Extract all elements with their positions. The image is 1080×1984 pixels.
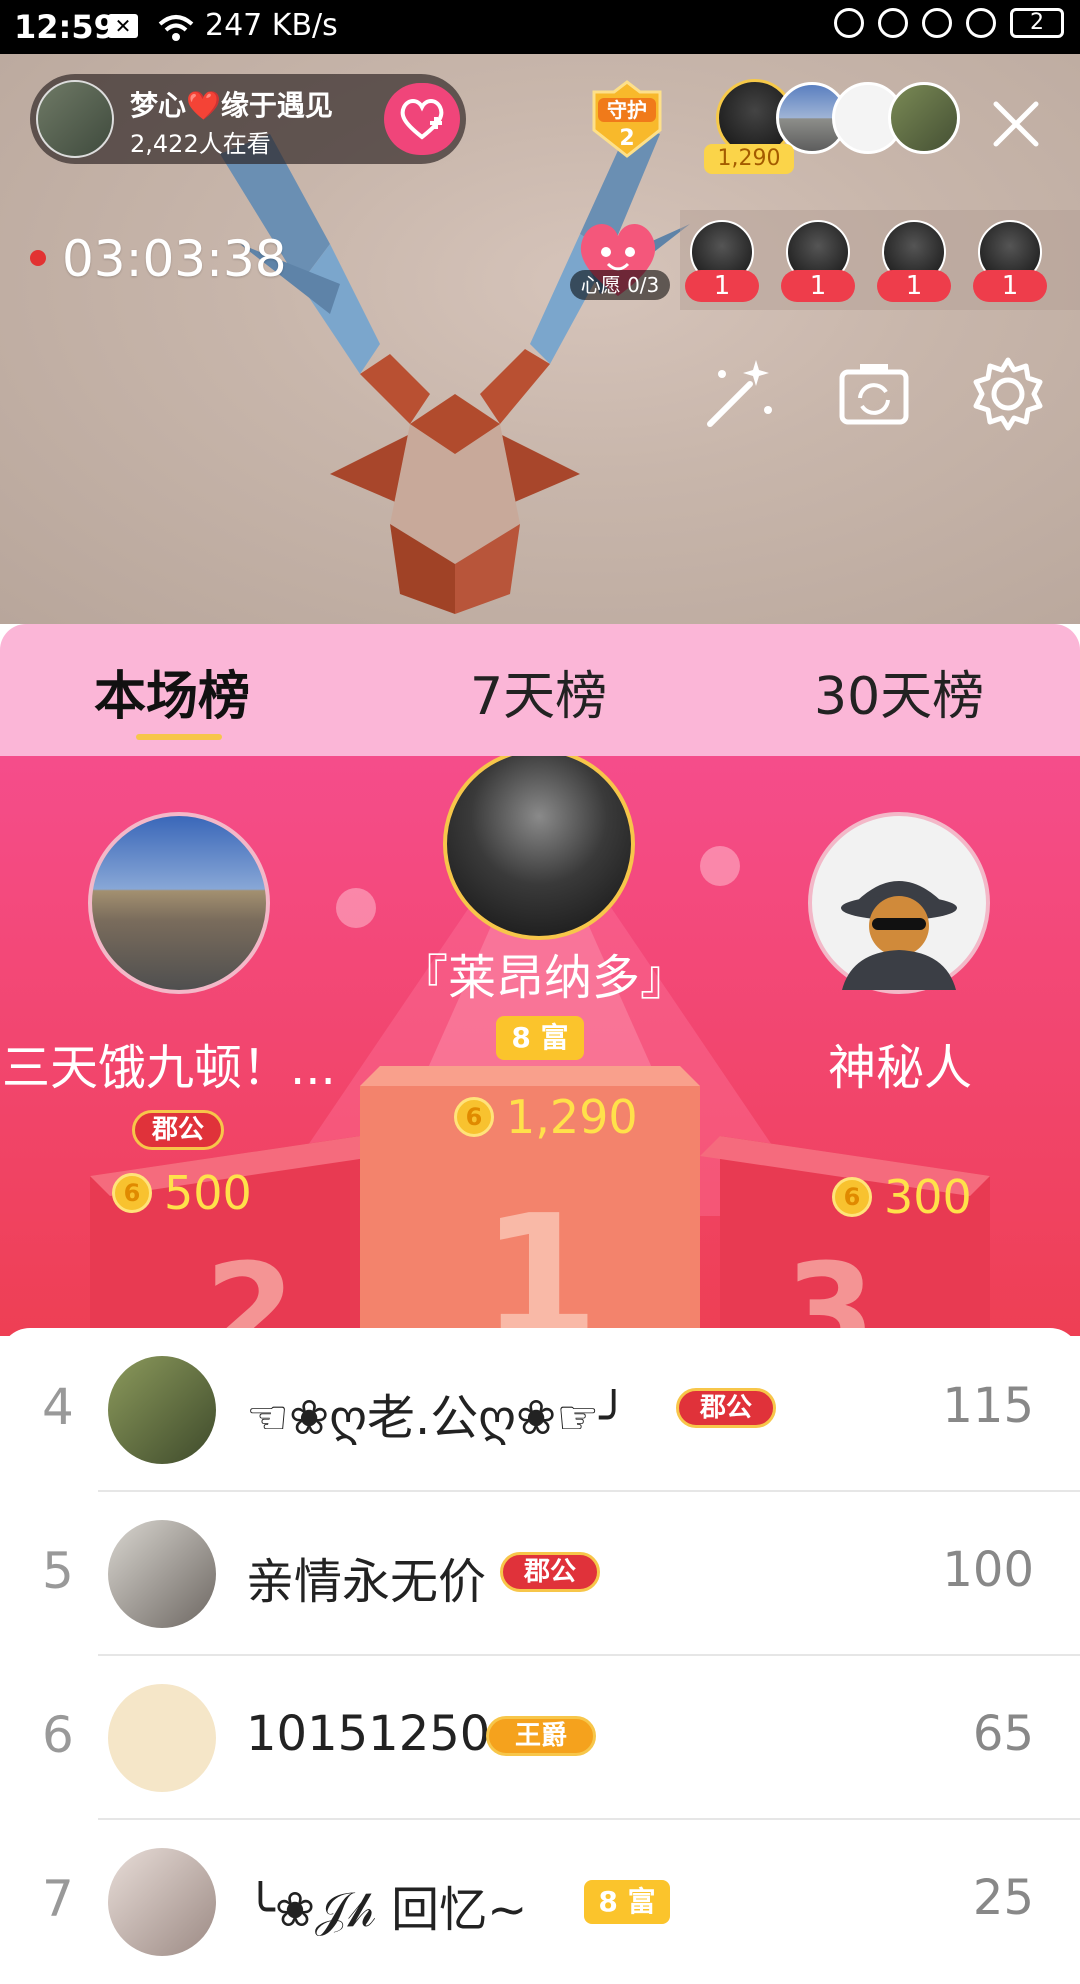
user-avatar[interactable] (108, 1356, 216, 1464)
close-icon[interactable] (986, 94, 1046, 154)
user-score: 115 (942, 1378, 1034, 1434)
title-badge: 郡公 (676, 1388, 776, 1428)
notification-x-icon: ✕ (108, 14, 138, 38)
lock-rotation-icon (878, 8, 908, 38)
live-video[interactable]: 梦心❤️缘于遇见 2,422人在看 守护 2 1,290 03:03:38 心愿… (0, 54, 1080, 624)
user-avatar[interactable] (108, 1848, 216, 1956)
title-badge: 王爵 (486, 1716, 596, 1756)
guard-button[interactable]: 守护 2 (584, 80, 670, 162)
deer-head-decoration (220, 124, 690, 614)
user-name: ╰❀𝒥𝒽 回忆~ (246, 1882, 528, 1938)
switch-camera-icon[interactable] (834, 354, 914, 434)
ranking-row[interactable]: 7 ╰❀𝒥𝒽 回忆~ 8 富 25 (0, 1820, 1080, 1984)
ranking-row[interactable]: 6 10151250 王爵 65 (0, 1656, 1080, 1820)
status-time: 12:59 (14, 8, 116, 46)
user-name: 亲情永无价 (246, 1554, 487, 1610)
rank-number: 6 (42, 1706, 74, 1764)
mic-seat-count: 1 (877, 270, 951, 302)
second-place-title-badge: 郡公 (132, 1110, 224, 1150)
alarm-icon (922, 8, 952, 38)
user-name: 10151250 (246, 1706, 491, 1762)
status-icons: 2 (834, 8, 1064, 38)
magic-wand-icon[interactable] (700, 354, 780, 434)
tab-current-session[interactable]: 本场榜 (94, 654, 250, 729)
coin-icon: 6 (832, 1177, 872, 1217)
guard-count: 2 (619, 126, 635, 151)
host-info[interactable]: 梦心❤️缘于遇见 2,422人在看 (30, 74, 466, 164)
first-place-coins: 6 1,290 (454, 1090, 638, 1144)
follow-button[interactable] (384, 83, 460, 155)
mic-seat-count: 1 (781, 270, 855, 302)
viewer-avatar[interactable] (888, 82, 960, 154)
wish-progress[interactable]: 心愿 0/3 (570, 270, 670, 300)
mic-seat-count: 1 (973, 270, 1047, 302)
rank-number: 4 (42, 1378, 74, 1436)
podium: 1 2 3 『莱昂纳多』 8 富 6 1,290 三天饿九顿！... 郡公 6 … (0, 756, 1080, 1336)
mic-seat-count: 1 (685, 270, 759, 302)
live-indicator (30, 250, 46, 266)
user-score: 100 (942, 1542, 1034, 1598)
third-place-avatar[interactable] (808, 812, 990, 994)
second-place-coins: 6 500 (112, 1166, 252, 1220)
first-place-rich-badge: 8 富 (496, 1016, 584, 1060)
viewer-count: 2,422人在看 (130, 130, 271, 158)
second-place-coin-value: 500 (164, 1166, 252, 1220)
battery-icon: 2 (1010, 8, 1064, 38)
tab-7-days[interactable]: 7天榜 (470, 654, 607, 729)
user-score: 65 (972, 1706, 1034, 1762)
user-score: 25 (972, 1870, 1034, 1926)
rank-number: 5 (42, 1542, 74, 1600)
second-place-name: 三天饿九顿！... (2, 1040, 336, 1096)
active-tab-indicator (136, 734, 222, 740)
host-name: 梦心❤️缘于遇见 (130, 89, 333, 122)
svg-text:1: 1 (481, 1179, 599, 1336)
top-viewer-coins: 1,290 (704, 144, 794, 174)
status-bar: 12:59 ✕ 247 KB/s 2 (0, 0, 1080, 54)
rank-number: 7 (42, 1870, 74, 1928)
mute-icon (834, 8, 864, 38)
ranking-row[interactable]: 5 亲情永无价 郡公 100 (0, 1492, 1080, 1656)
heart-plus-icon (400, 99, 444, 140)
rich-badge: 8 富 (584, 1880, 670, 1924)
first-place-name: 『莱昂纳多』 (400, 950, 689, 1006)
mystery-person-icon (841, 881, 957, 990)
user-avatar[interactable] (108, 1520, 216, 1628)
svg-text:3: 3 (785, 1235, 875, 1336)
user-name: ☜❀ღ老.公ღ❀☞╯ (246, 1390, 629, 1446)
host-avatar[interactable] (36, 80, 114, 158)
settings-gear-icon[interactable] (968, 354, 1048, 434)
second-place-avatar[interactable] (88, 812, 270, 994)
coin-icon: 6 (112, 1173, 152, 1213)
tab-30-days[interactable]: 30天榜 (814, 654, 984, 729)
first-place-coin-value: 1,290 (506, 1090, 638, 1144)
network-speed: 247 KB/s (205, 8, 338, 43)
mic-seats: 1 1 1 1 (680, 210, 1080, 310)
ranking-tabs: 本场榜 7天榜 30天榜 (0, 624, 1080, 756)
coin-icon: 6 (454, 1097, 494, 1137)
top-viewers[interactable]: 1,290 (704, 79, 960, 174)
headphones-icon (966, 8, 996, 38)
wifi-icon (158, 15, 194, 41)
ranking-row[interactable]: 4 ☜❀ღ老.公ღ❀☞╯ 郡公 115 (0, 1328, 1080, 1492)
third-place-coin-value: 300 (884, 1170, 972, 1224)
guard-label: 守护 (607, 98, 647, 122)
user-avatar[interactable] (108, 1684, 216, 1792)
title-badge: 郡公 (500, 1552, 600, 1592)
third-place-coins: 6 300 (832, 1170, 972, 1224)
first-place-avatar[interactable] (443, 756, 635, 940)
third-place-name: 神秘人 (828, 1040, 973, 1096)
svg-text:2: 2 (205, 1235, 295, 1336)
live-duration: 03:03:38 (62, 230, 287, 288)
ranking-list: 4 ☜❀ღ老.公ღ❀☞╯ 郡公 115 5 亲情永无价 郡公 100 6 101… (0, 1328, 1080, 1956)
